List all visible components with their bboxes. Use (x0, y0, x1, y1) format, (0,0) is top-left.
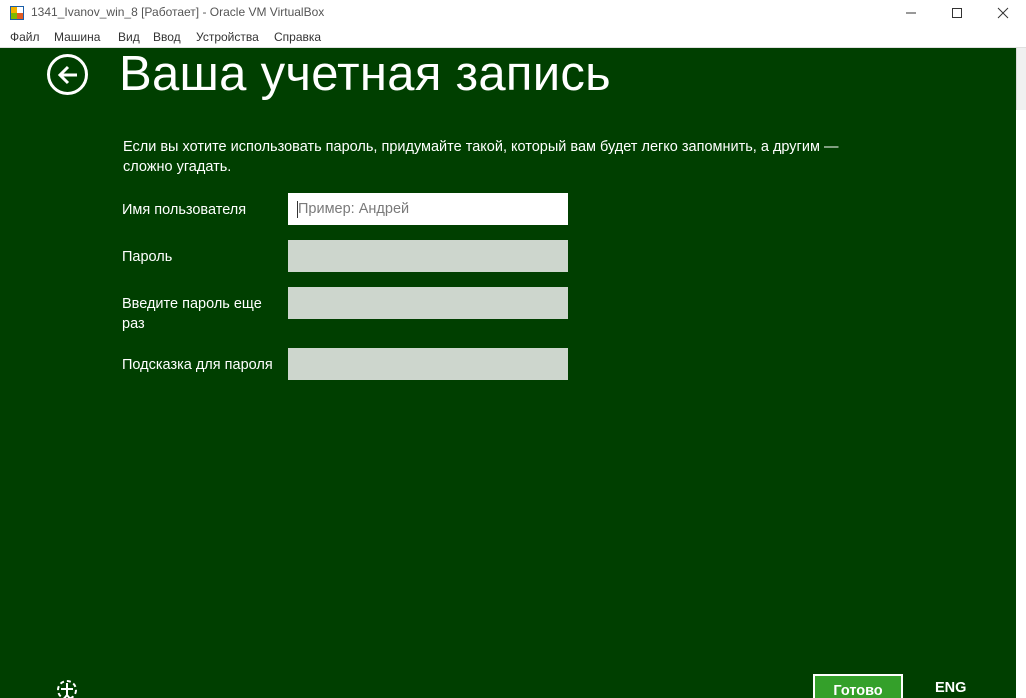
scrollbar-thumb[interactable] (1016, 48, 1026, 110)
done-button[interactable]: Готово (813, 674, 903, 698)
password-hint-label: Подсказка для пароля (122, 357, 273, 373)
maximize-icon (952, 8, 962, 18)
minimize-icon (906, 12, 916, 14)
password-label: Пароль (122, 249, 173, 265)
window-border (1016, 48, 1026, 698)
menu-help[interactable]: Справка (274, 30, 321, 44)
page-title: Ваша учетная запись (119, 48, 612, 101)
back-arrow-icon (57, 65, 77, 84)
menu-bar: Файл Машина Вид Ввод Устройства Справка (0, 26, 1026, 48)
virtualbox-icon (10, 6, 24, 20)
menu-machine[interactable]: Машина (54, 30, 100, 44)
ease-of-access-icon (57, 680, 77, 698)
close-button[interactable] (980, 0, 1026, 26)
password-confirm-input[interactable] (288, 287, 568, 319)
username-label: Имя пользователя (122, 202, 247, 218)
text-caret (297, 201, 298, 218)
description-text: Если вы хотите использовать пароль, прид… (123, 139, 839, 175)
menu-view[interactable]: Вид (118, 30, 140, 44)
password-hint-input[interactable] (288, 348, 568, 380)
menu-devices[interactable]: Устройства (196, 30, 259, 44)
password-confirm-label: Введите пароль еще раз (122, 296, 262, 332)
minimize-button[interactable] (888, 0, 934, 26)
close-icon (997, 7, 1009, 19)
language-indicator[interactable]: ENG (935, 680, 966, 696)
window-title: 1341_Ivanov_win_8 [Работает] - Oracle VM… (31, 5, 325, 19)
password-input[interactable] (288, 240, 568, 272)
username-input[interactable] (288, 193, 568, 225)
menu-input[interactable]: Ввод (153, 30, 181, 44)
menu-file[interactable]: Файл (10, 30, 40, 44)
guest-screen: Ваша учетная запись Если вы хотите испол… (0, 48, 1016, 698)
back-button[interactable] (47, 54, 88, 95)
maximize-button[interactable] (934, 0, 980, 26)
ease-of-access-button[interactable] (54, 677, 80, 698)
title-bar: 1341_Ivanov_win_8 [Работает] - Oracle VM… (0, 0, 1026, 26)
